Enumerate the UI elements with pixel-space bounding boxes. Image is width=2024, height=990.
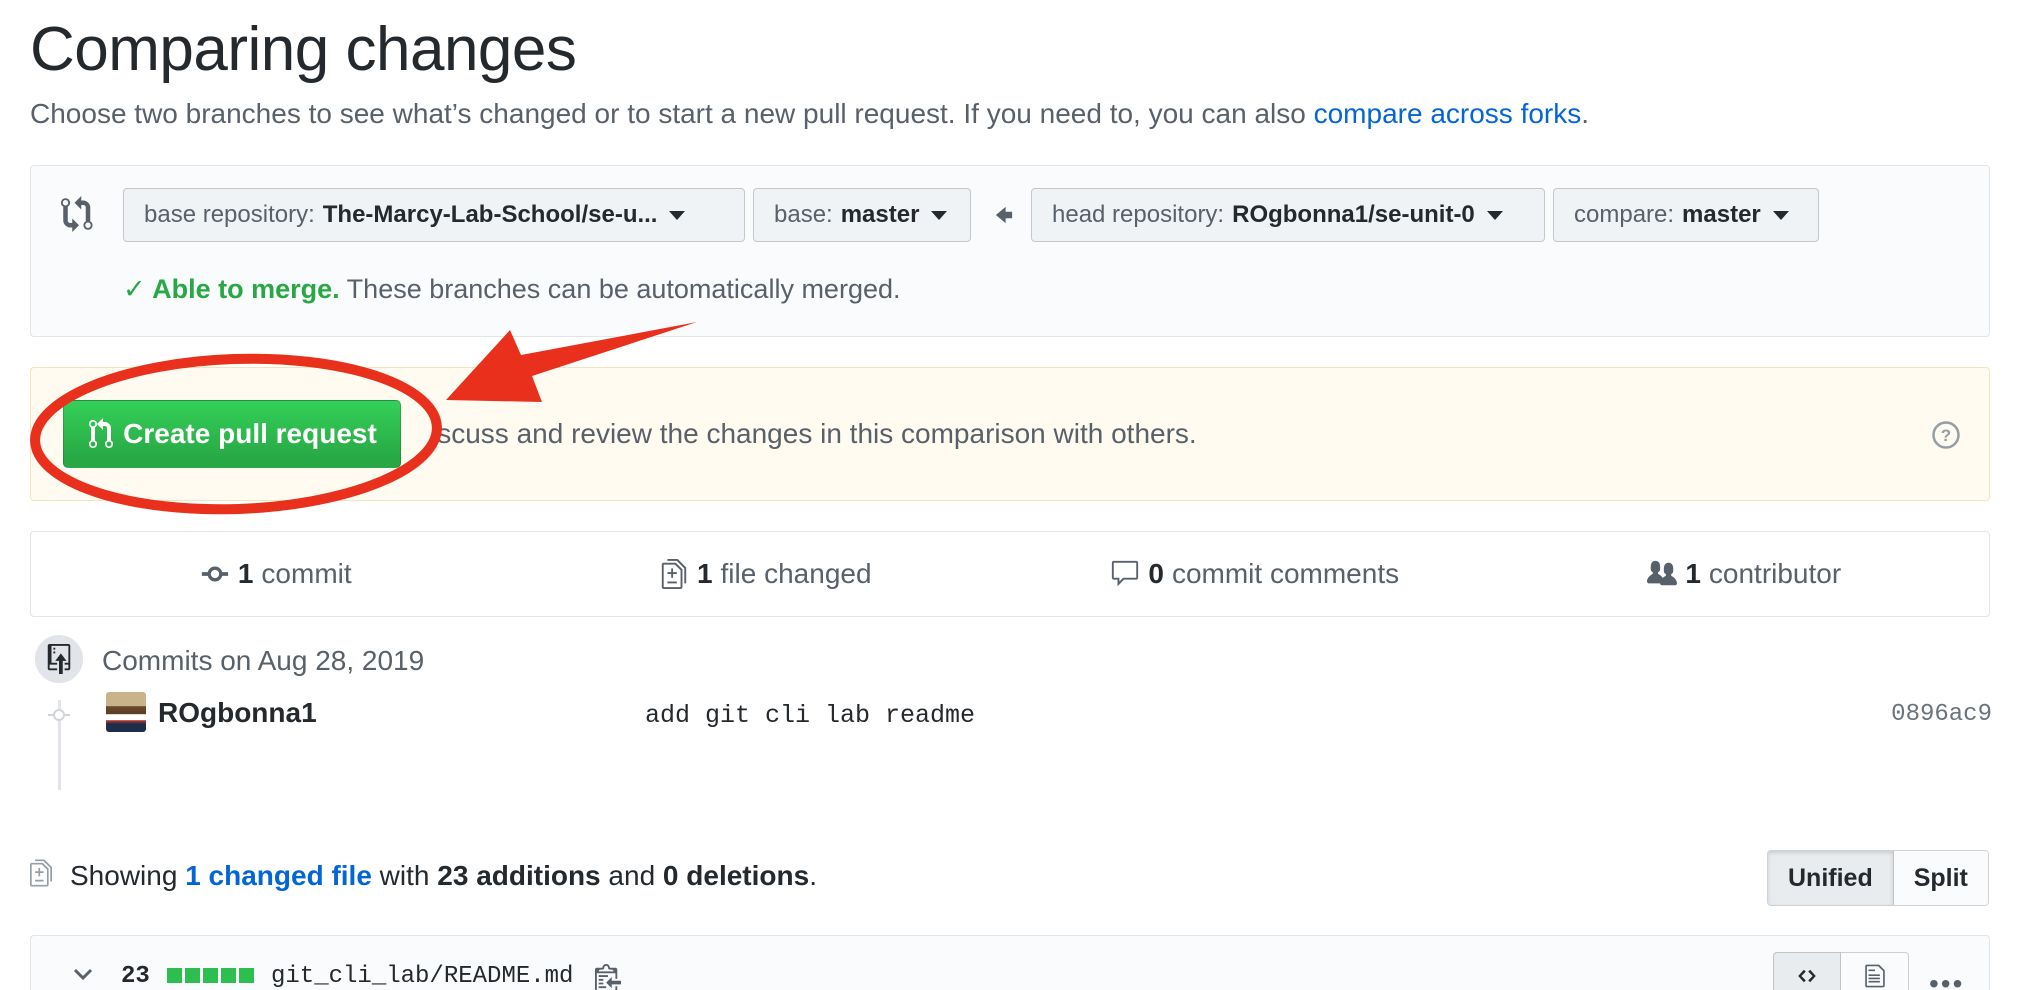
comparison-summary: 1 commit 1 file changed 0 commit comments 1… [30, 531, 1990, 617]
compare-branch-value: master [1682, 201, 1761, 228]
commit-comments-tab[interactable]: 0 commit comments [1010, 532, 1500, 616]
contributors-count: 1 [1685, 558, 1701, 589]
kebab-horizontal-icon[interactable]: ••• [1929, 968, 1964, 990]
banner-text: iscuss and review the changes in this co… [431, 418, 1197, 449]
files-count: 1 [696, 558, 713, 589]
commits-count: 1 [237, 558, 254, 589]
commits-label: commit [261, 558, 352, 589]
file-diff-icon [661, 559, 687, 589]
create-pull-request-button[interactable]: Create pull request [63, 400, 401, 468]
comment-icon [1112, 560, 1139, 587]
pull-request-icon [89, 418, 114, 448]
base-repository-label: base repository: [144, 201, 315, 228]
arrow-left-icon [995, 206, 1013, 224]
compare-branch-select[interactable]: compare: master [1553, 188, 1819, 242]
caret-down-icon [669, 210, 686, 220]
file-path[interactable]: git_cli_lab/README.md [271, 963, 573, 990]
split-view-button[interactable]: Split [1893, 851, 1988, 905]
source-view-button[interactable] [1773, 952, 1841, 990]
rich-diff-button[interactable] [1841, 952, 1909, 990]
page-title: Comparing changes [30, 15, 577, 84]
clippy-icon[interactable] [595, 962, 621, 990]
commits-date-heading: Commits on Aug 28, 2019 [102, 645, 425, 676]
head-repository-select[interactable]: head repository: ROgbonna1/se-unit-0 [1031, 188, 1545, 242]
diffstat-mid1: with [371, 860, 438, 891]
question-icon[interactable]: ? [1931, 420, 1961, 450]
subtitle-text: Choose two branches to see what’s change… [30, 98, 1314, 129]
chevron-down-icon[interactable] [73, 968, 93, 982]
file-changed-lines: 23 [121, 963, 150, 990]
contributors-label: contributor [1708, 558, 1842, 589]
diffstat-prefix: Showing [70, 860, 186, 891]
commits-tab[interactable]: 1 commit [31, 532, 521, 616]
people-icon [1647, 560, 1678, 586]
code-icon [1798, 969, 1816, 983]
compare-icon [61, 196, 93, 232]
contributors-tab[interactable]: 1 contributor [1500, 532, 1990, 616]
caret-down-icon [1772, 210, 1789, 220]
compare-across-forks-link[interactable]: compare across forks [1314, 98, 1582, 129]
base-branch-value: master [840, 201, 920, 228]
merge-status: ✓ Able to merge. These branches can be a… [123, 274, 901, 305]
deletions-count: 0 deletions [662, 860, 810, 891]
comments-label: commit comments [1171, 558, 1400, 589]
diffstat-end: . [809, 860, 817, 891]
merge-ok-label: Able to merge. [152, 274, 340, 304]
commit-message[interactable]: add git cli lab readme [645, 701, 975, 730]
files-changed-tab[interactable]: 1 file changed [521, 532, 1011, 616]
base-repository-value: The-Marcy-Lab-School/se-u... [322, 201, 658, 228]
diff-summary: Showing 1 changed file with 23 additions… [70, 860, 817, 892]
head-repository-value: ROgbonna1/se-unit-0 [1232, 201, 1475, 228]
caret-down-icon [931, 210, 948, 220]
check-icon: ✓ [123, 274, 153, 304]
diffstat-blocks [167, 968, 254, 983]
caret-down-icon [1486, 210, 1503, 220]
commit-sha[interactable]: 0896ac9 [1891, 701, 1992, 728]
subtitle-end: . [1581, 98, 1590, 129]
compare-branch-label: compare: [1574, 201, 1675, 228]
head-repository-label: head repository: [1052, 201, 1225, 228]
base-repository-select[interactable]: base repository: The-Marcy-Lab-School/se-… [123, 188, 745, 242]
page-subtitle: Choose two branches to see what’s change… [30, 98, 1589, 130]
create-pr-banner: Create pull request iscuss and review th… [30, 367, 1990, 501]
files-label: file changed [720, 558, 872, 589]
diffstat-mid2: and [600, 860, 663, 891]
file-icon [1864, 964, 1885, 988]
file-header: 23 git_cli_lab/README.md ••• [30, 935, 1990, 990]
commit-dot-icon [48, 709, 70, 721]
avatar[interactable] [106, 692, 146, 732]
file-diff-icon [30, 859, 52, 887]
changed-files-link[interactable]: 1 changed file [185, 860, 372, 891]
additions-count: 23 additions [437, 860, 601, 891]
repo-push-icon [32, 632, 86, 686]
comments-count: 0 [1148, 558, 1164, 589]
unified-view-button[interactable]: Unified [1768, 851, 1894, 905]
commit-author[interactable]: ROgbonna1 [158, 697, 317, 729]
range-editor: base repository: The-Marcy-Lab-School/se-… [30, 165, 1990, 337]
base-branch-label: base: [774, 201, 833, 228]
commit-icon [201, 566, 228, 582]
file-view-actions [1773, 952, 1909, 990]
svg-text:?: ? [1941, 426, 1951, 445]
merge-status-text: These branches can be automatically merg… [339, 274, 901, 304]
diff-view-toggle: Unified Split [1767, 850, 1989, 906]
base-branch-select[interactable]: base: master [753, 188, 971, 242]
create-pull-request-label: Create pull request [123, 418, 377, 449]
